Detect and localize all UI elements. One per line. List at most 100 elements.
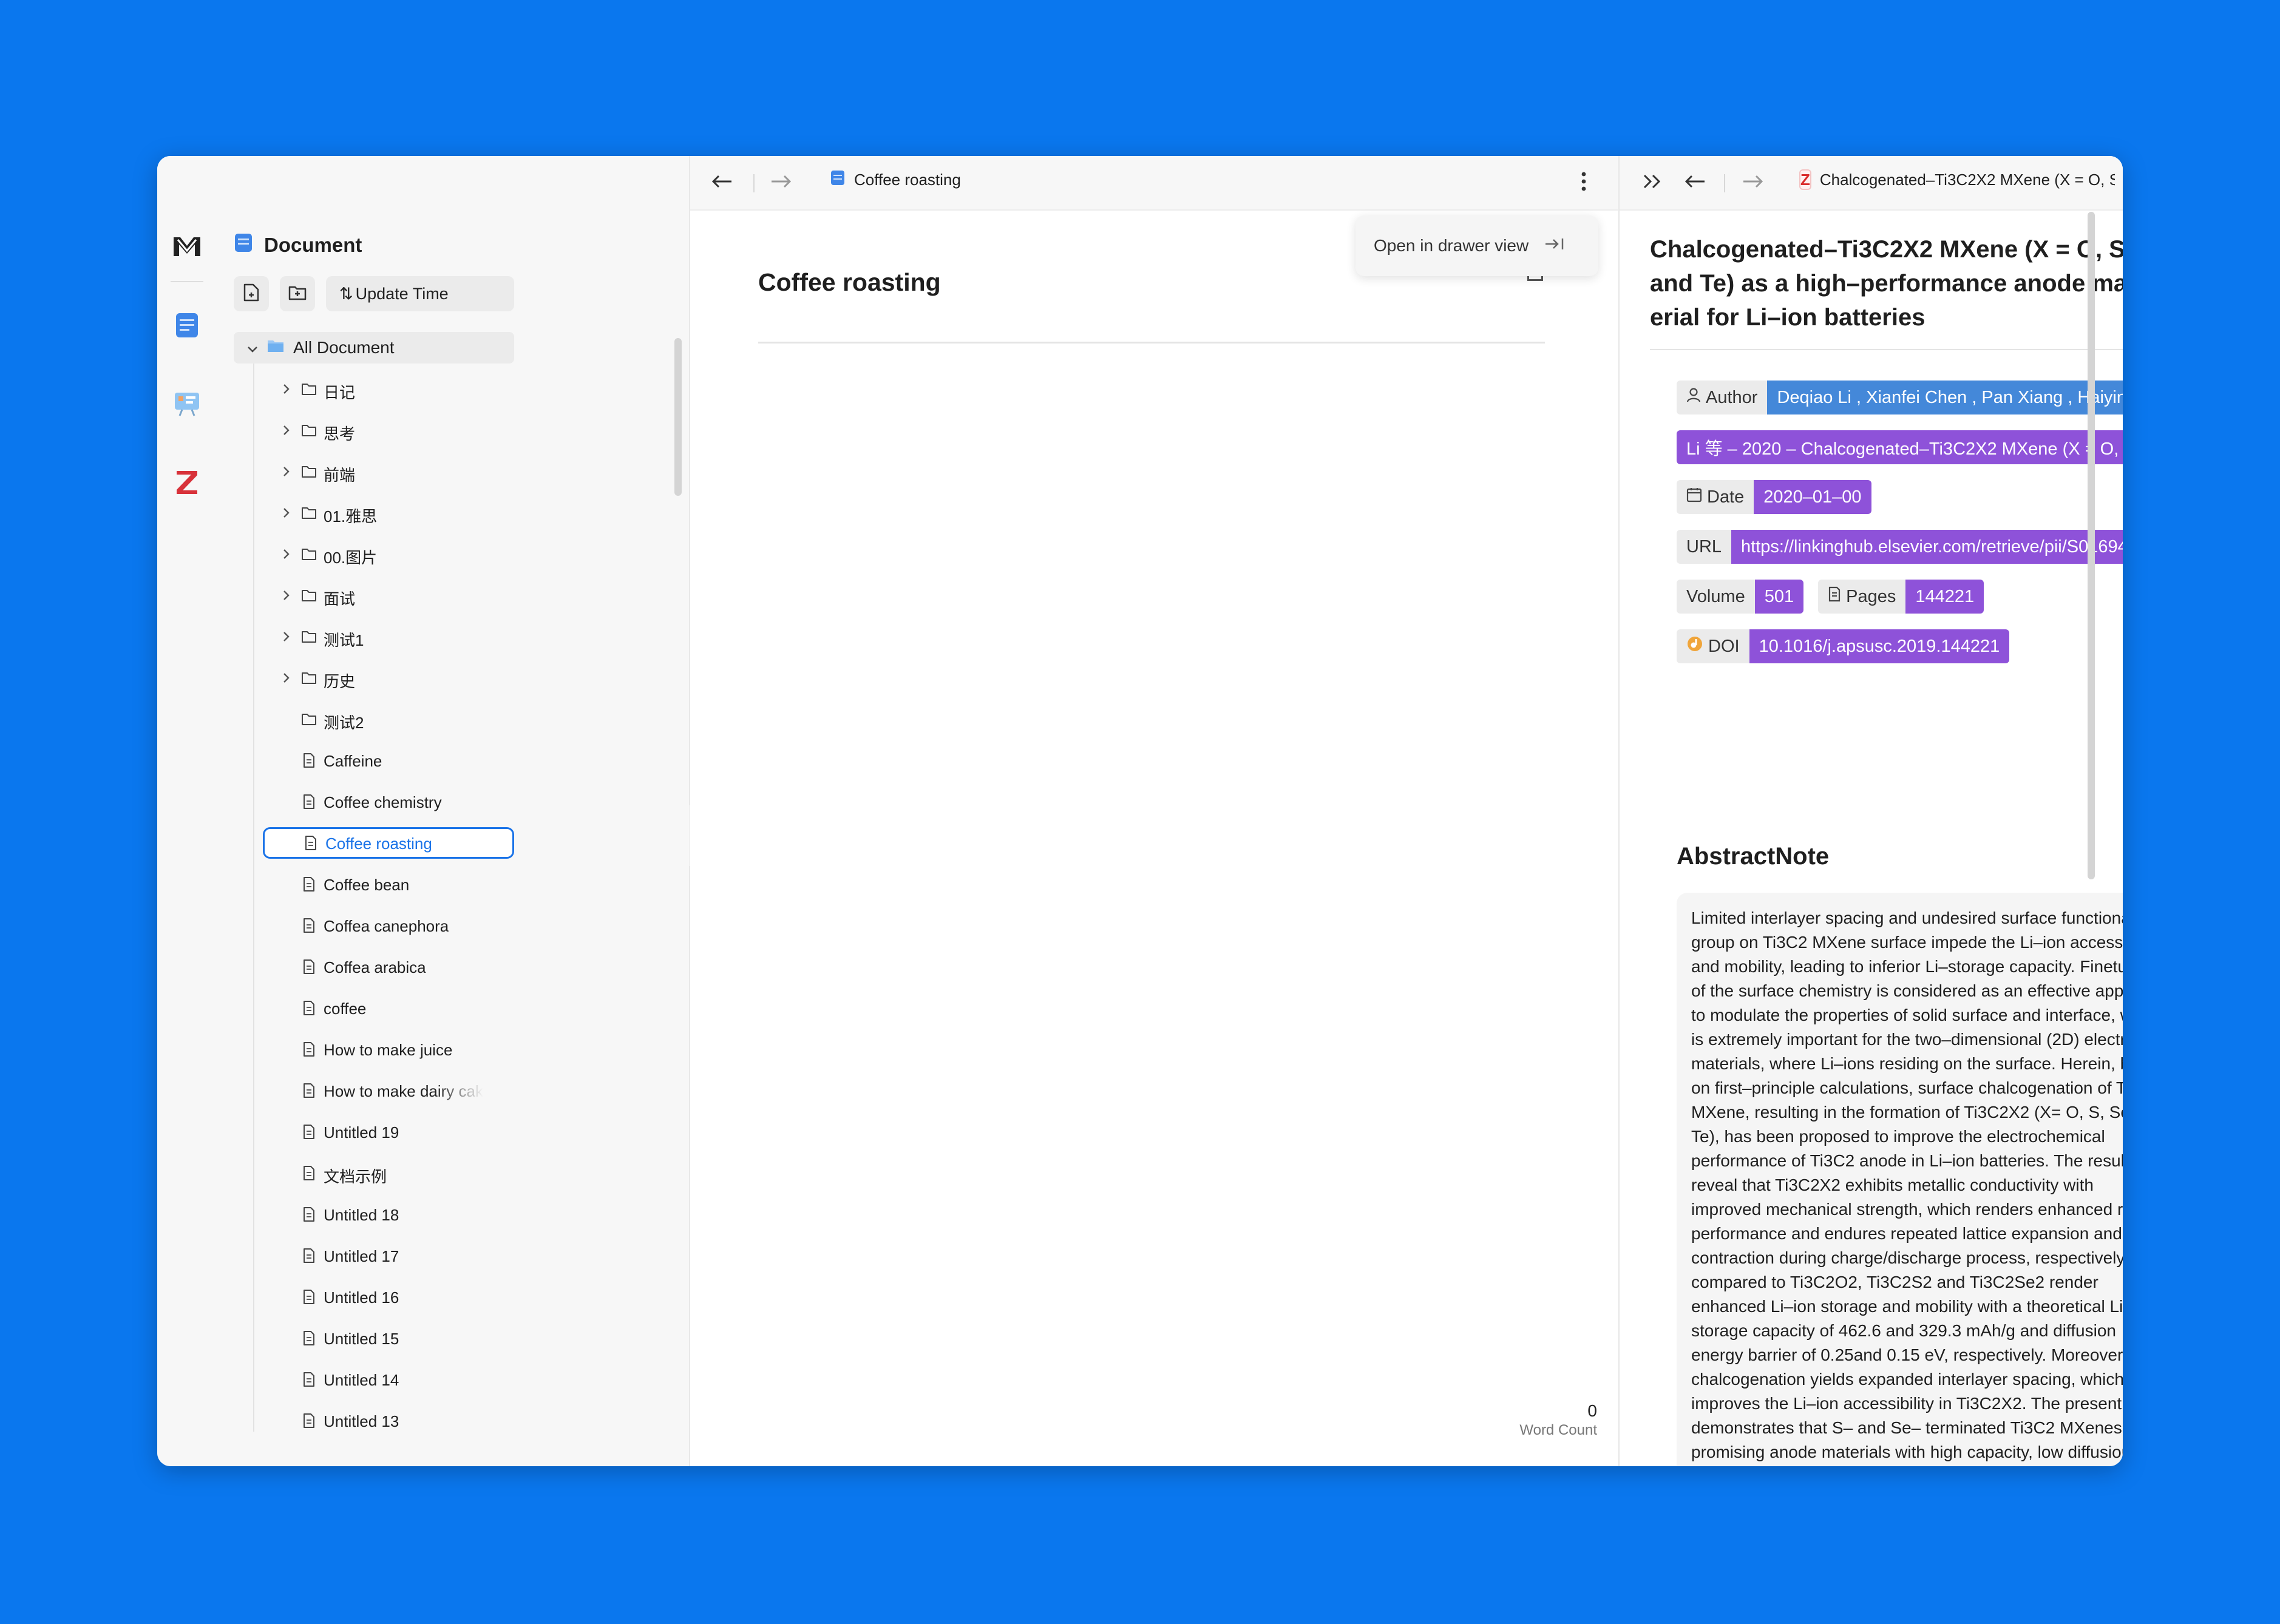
more-vertical-icon — [1581, 172, 1586, 194]
date-field[interactable]: Date 2020–01–00 — [1677, 480, 1871, 514]
doi-field[interactable]: DOI 10.1016/j.apsusc.2019.144221 — [1677, 629, 2010, 663]
folder-icon — [300, 669, 317, 686]
document-app-icon — [234, 232, 253, 258]
file-icon — [302, 834, 319, 851]
doi-value[interactable]: 10.1016/j.apsusc.2019.144221 — [1749, 629, 2010, 663]
tree-folder[interactable]: 思考 — [234, 414, 514, 446]
panel-forward-button[interactable] — [1741, 171, 1765, 195]
zotero-app-icon[interactable] — [171, 465, 203, 498]
document-title[interactable]: Coffee roasting — [758, 268, 941, 297]
word-count-value: 0 — [1587, 1401, 1597, 1420]
tree-root-all-document[interactable]: All Document — [234, 332, 514, 364]
tree-document[interactable]: coffee — [234, 992, 514, 1024]
folder-icon — [300, 504, 317, 521]
tree-document[interactable]: Coffea arabica — [234, 951, 514, 983]
tree-document[interactable]: Caffeine — [234, 745, 514, 776]
app-logo-icon[interactable] — [171, 229, 203, 262]
panel-back-button[interactable] — [1683, 171, 1707, 195]
more-menu-button[interactable] — [1572, 171, 1596, 195]
doi-icon — [1686, 635, 1703, 657]
zotero-icon: Z — [1799, 169, 1811, 190]
document-app-icon[interactable] — [171, 309, 203, 342]
tree-document[interactable]: How to make dairy cak — [234, 1075, 514, 1106]
tree-folder[interactable]: 01.雅思 — [234, 497, 514, 529]
tree-document-label: How to make dairy cak — [324, 1082, 483, 1100]
url-value[interactable]: https://linkinghub.elsevier.com/retrieve… — [1731, 530, 2123, 564]
doi-label: DOI — [1708, 636, 1740, 656]
tree-folder[interactable]: 面试 — [234, 580, 514, 611]
chevron-right-icon[interactable] — [279, 546, 294, 562]
date-key: Date — [1677, 480, 1754, 514]
tree-document[interactable]: 文档示例 — [234, 1157, 514, 1189]
file-icon — [300, 1330, 317, 1347]
editor-pane: Coffee roasting Coffee roasting Open in … — [690, 156, 1618, 1466]
author-value: Deqiao Li , Xianfei Chen , Pan Xiang , H… — [1767, 381, 2123, 414]
chevron-down-icon — [247, 338, 258, 357]
author-label: Author — [1706, 387, 1758, 407]
tree-document-label: Untitled 14 — [324, 1371, 399, 1389]
tree-folder-label: 历史 — [324, 672, 356, 691]
back-arrow-icon — [711, 174, 733, 192]
tree-document[interactable]: Untitled 14 — [234, 1364, 514, 1395]
tree-document[interactable]: Untitled 17 — [234, 1240, 514, 1271]
forward-button[interactable] — [769, 171, 793, 195]
collapse-panel-button[interactable] — [1640, 171, 1664, 195]
pages-field[interactable]: Pages 144221 — [1818, 580, 1984, 614]
whiteboard-app-icon[interactable] — [171, 387, 203, 420]
chevron-right-icon[interactable] — [279, 670, 294, 686]
tree-document[interactable]: Coffee roasting — [263, 827, 514, 859]
tree-folder[interactable]: 测试1 — [234, 621, 514, 652]
sort-button[interactable]: ⇅ Update Time — [326, 276, 514, 311]
file-icon — [300, 1082, 317, 1099]
tree-document[interactable]: Untitled 19 — [234, 1116, 514, 1148]
tree-document[interactable]: Untitled 16 — [234, 1281, 514, 1313]
tree-folder[interactable]: 测试2 — [234, 703, 514, 735]
tree-folder-label: 01.雅思 — [324, 507, 378, 526]
tree-document[interactable]: Untitled 13 — [234, 1405, 514, 1436]
double-chevron-right-icon — [1643, 174, 1662, 192]
url-field[interactable]: URL https://linkinghub.elsevier.com/retr… — [1677, 530, 2123, 564]
citation-field[interactable]: Li 等 – 2020 – Chalcogenated–Ti3C2X2 MXen… — [1677, 430, 2123, 464]
tree-folder[interactable]: 历史 — [234, 662, 514, 694]
sidebar-scrollbar[interactable] — [674, 338, 682, 496]
panel-breadcrumb[interactable]: Z Chalcogenated–Ti3C2X2 MXene (X = O, S,… — [1799, 169, 2115, 190]
author-key: Author — [1677, 381, 1768, 414]
tree-folder-label: 面试 — [324, 590, 356, 608]
file-icon — [300, 917, 317, 934]
new-folder-button[interactable] — [280, 276, 315, 311]
reference-toolbar: Z Chalcogenated–Ti3C2X2 MXene (X = O, S,… — [1620, 156, 2123, 211]
chevron-right-icon[interactable] — [279, 505, 294, 521]
tree-document[interactable]: Coffea canephora — [234, 910, 514, 941]
tree-document[interactable]: Untitled 15 — [234, 1322, 514, 1354]
tree-document-label: How to make juice — [324, 1041, 453, 1059]
tree-document[interactable]: Coffee bean — [234, 868, 514, 900]
back-button[interactable] — [710, 171, 734, 195]
volume-value: 501 — [1754, 580, 1804, 614]
chevron-right-icon[interactable] — [279, 629, 294, 645]
tree-folder[interactable]: 前端 — [234, 456, 514, 487]
chevron-right-icon[interactable] — [279, 587, 294, 603]
open-drawer-popup[interactable]: Open in drawer view — [1355, 215, 1598, 276]
tree-folder[interactable]: 00.图片 — [234, 538, 514, 570]
tree-root-label: All Document — [293, 338, 395, 357]
tree-document[interactable]: Untitled 18 — [234, 1199, 514, 1230]
chevron-right-icon[interactable] — [279, 464, 294, 479]
chevron-right-icon[interactable] — [279, 422, 294, 438]
tree-document[interactable]: How to make juice — [234, 1034, 514, 1065]
tree-folder[interactable]: 日记 — [234, 373, 514, 405]
pages-icon — [1828, 586, 1841, 607]
file-icon — [300, 1371, 317, 1388]
panel-scrollbar[interactable] — [2088, 212, 2095, 879]
new-doc-button[interactable] — [234, 276, 269, 311]
reference-title-divider — [1650, 349, 2123, 350]
reference-metadata: Author Deqiao Li , Xianfei Chen , Pan Xi… — [1677, 381, 2123, 679]
breadcrumb[interactable]: Coffee roasting — [830, 169, 961, 191]
word-count: 0 Word Count — [1519, 1401, 1597, 1439]
author-field[interactable]: Author Deqiao Li , Xianfei Chen , Pan Xi… — [1677, 381, 2123, 414]
all-documents-folder-icon — [266, 338, 285, 357]
tree-document[interactable]: Coffee chemistry — [234, 786, 514, 817]
abstract-text: Limited interlayer spacing and undesired… — [1677, 893, 2123, 1466]
chevron-right-icon[interactable] — [279, 381, 294, 397]
document-app-icon — [830, 169, 846, 191]
volume-field[interactable]: Volume 501 — [1677, 580, 1804, 614]
